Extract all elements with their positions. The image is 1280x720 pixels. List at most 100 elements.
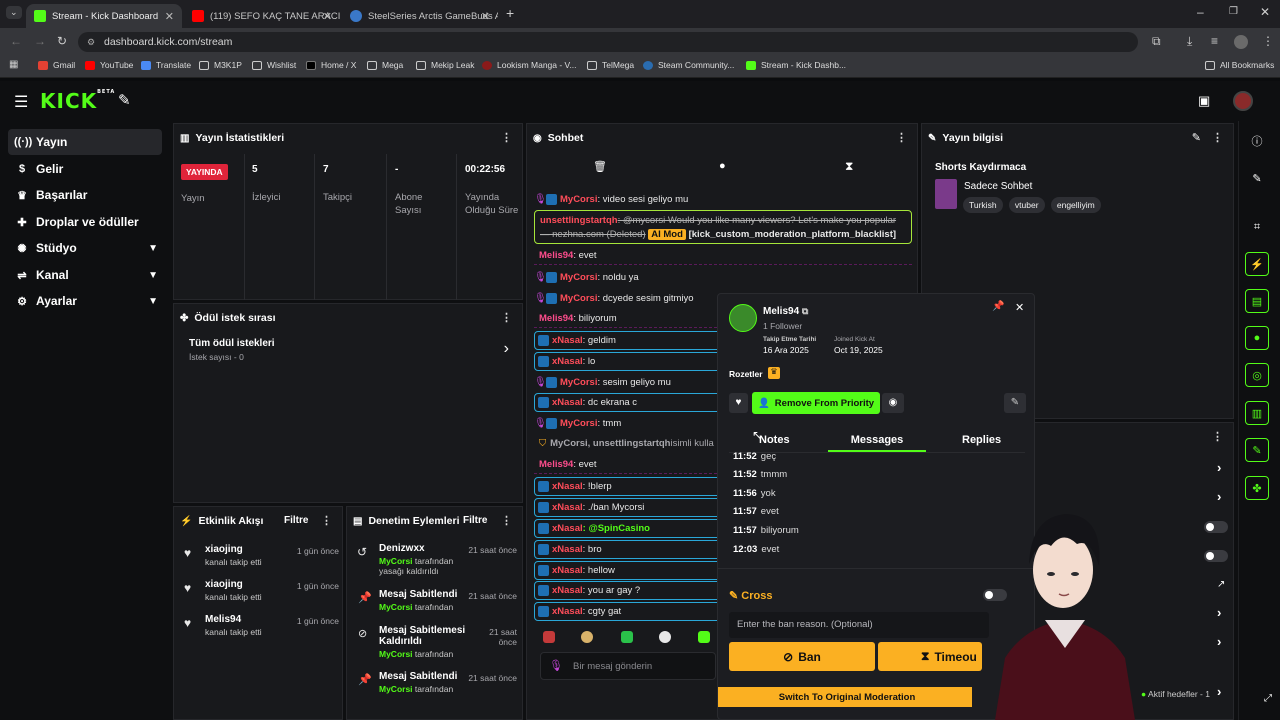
bookmark-x[interactable]: Home / X [306,60,356,70]
clipboard-icon[interactable]: ▤ [1245,289,1269,313]
sidebar-item-droplar[interactable]: ✚ Droplar ve ödüller [8,209,162,235]
bookmark-lookism[interactable]: Lookism Manga - V... [482,60,577,70]
bookmark-wishlist[interactable]: Wishlist [252,60,296,70]
tag[interactable]: engelliyim [1050,197,1101,213]
chat-username[interactable]: xNasal [552,335,583,346]
chat-message[interactable]: 🎙 MyCorsi: noldu ya [534,268,912,287]
ban-button[interactable]: ⊘ Ban [729,642,875,671]
setting-toggle[interactable] [1204,550,1228,562]
chevron-right-icon[interactable]: › [1217,684,1221,699]
mute-button[interactable]: ✎ [1004,393,1026,413]
timeout-button[interactable]: ⧗ Timeou [878,642,982,671]
sidebar-item-basarilar[interactable]: ♛ Başarılar [8,182,162,208]
modlog-by[interactable]: MyCorsi [379,556,413,566]
tab-notes[interactable]: Notes [759,434,790,446]
bookmark-m3k1p[interactable]: M3K1P [199,60,242,70]
active-goals[interactable]: ● Aktif hedefler - 1 [1141,689,1210,699]
kick-logo[interactable]: KICKBETA [40,89,115,113]
screenshot-icon[interactable]: ⌗ [1245,215,1269,239]
filter-button[interactable]: Filtre [284,515,308,526]
user-avatar[interactable] [1233,91,1253,111]
extensions-icon[interactable]: ⧉ [1152,34,1161,49]
bookmark-mekip[interactable]: Mekip Leak [416,60,474,70]
profile-avatar[interactable] [1234,35,1248,49]
more-options-icon[interactable]: ⋮ [501,514,512,527]
bookmark-telmega[interactable]: TelMega [587,60,634,70]
watch-button[interactable]: ◉ [882,393,904,413]
more-options-icon[interactable]: ⋮ [1212,131,1223,144]
modlog-by[interactable]: MyCorsi [379,684,413,694]
modlog-by[interactable]: MyCorsi [379,649,413,659]
chat-message-moderated[interactable]: unsettlingstartqh: @mycorsi Would you li… [534,210,912,244]
close-icon[interactable]: ✕ [165,10,174,23]
sidebar-item-kanal[interactable]: ⇌ Kanal ▼ [8,262,162,288]
all-rewards-row[interactable]: Tüm ödül istekleri İstek sayısı - 0 › [189,338,509,370]
emote-icon[interactable] [543,631,555,643]
chat-username[interactable]: xNasal [552,544,583,555]
chevron-right-icon[interactable]: › [1217,605,1221,620]
chat-username[interactable]: MyCorsi [560,377,597,388]
chat-username[interactable]: xNasal [552,397,583,408]
bookmark-kick[interactable]: Stream - Kick Dashb... [746,60,846,70]
chat-username[interactable]: xNasal [552,356,583,367]
chat-message[interactable]: Melis94: evet [534,246,912,265]
chat-username[interactable]: xNasal [552,585,583,596]
chat-username[interactable]: Melis94 [539,313,573,324]
copy-icon[interactable]: ⧉ [802,306,808,316]
chevron-right-icon[interactable]: › [1217,489,1221,504]
chat-username[interactable]: xNasal [552,565,583,576]
bookmark-steam[interactable]: Steam Community... [643,60,734,70]
chevron-right-icon[interactable]: › [1217,634,1221,649]
reload-icon[interactable]: ↻ [57,34,67,48]
close-icon[interactable]: ✕ [1015,301,1024,314]
site-info-icon[interactable]: ⚙ [87,32,95,52]
emote-icon[interactable] [659,631,671,643]
info-icon[interactable]: ⓘ [1245,129,1269,153]
chat-username[interactable]: xNasal [552,523,583,534]
chat-username[interactable]: MyCorsi [560,418,597,429]
emote-icon[interactable] [698,631,710,643]
streamer-mode-icon[interactable]: ▣ [1198,93,1210,109]
setting-toggle[interactable] [1204,521,1228,533]
tab-messages[interactable]: Messages [828,428,926,452]
heart-button[interactable]: ♥ [729,393,748,413]
edit-icon[interactable]: ✎ [1245,166,1269,190]
chat-username[interactable]: Melis94 [539,250,573,261]
sidebar-item-yayin[interactable]: ((·)) Yayın [8,129,162,155]
emote-icon[interactable] [621,631,633,643]
category-thumbnail[interactable] [935,179,957,209]
chevron-right-icon[interactable]: › [1217,460,1221,475]
pin-icon[interactable]: 📌 [992,301,1004,312]
close-window-icon[interactable]: ✕ [1260,5,1270,19]
chat-username[interactable]: unsettlingstartqh [540,215,618,226]
chat-icon[interactable]: ● [1245,326,1269,350]
external-link-icon[interactable]: ↗ [1217,579,1225,590]
menu-dots-icon[interactable]: ⋮ [1262,34,1274,48]
chat-username[interactable]: Melis94 [539,459,573,470]
tag[interactable]: vtuber [1008,197,1045,213]
tab-replies[interactable]: Replies [962,434,1001,446]
sidebar-item-gelir[interactable]: $ Gelir [8,156,162,182]
tab-youtube[interactable]: (119) SEFO KAÇ TANE ARACI VA ✕ [184,4,340,28]
tab-search-icon[interactable]: ⌄ [6,6,22,19]
remove-priority-button[interactable]: 👤 Remove From Priority [752,392,880,414]
apps-grid-icon[interactable]: ▦ [9,59,18,70]
close-icon[interactable]: ✕ [481,10,490,23]
bookmark-translate[interactable]: Translate [141,60,191,70]
filter-button[interactable]: Filtre [463,515,487,526]
category-name[interactable]: Sadece Sohbet [964,181,1032,192]
modlog-by[interactable]: MyCorsi [379,602,413,612]
pin-tool-icon[interactable]: ✎ [118,91,131,109]
chat-username[interactable]: MyCorsi [560,272,597,283]
chat-username[interactable]: xNasal [552,481,583,492]
minimize-icon[interactable]: – [1197,5,1204,19]
bolt-icon[interactable]: ⚡ [1245,252,1269,276]
hamburger-menu-icon[interactable]: ☰ [14,92,28,112]
url-input[interactable]: ⚙ dashboard.kick.com/stream [78,32,1138,52]
chat-username[interactable]: xNasal [552,502,583,513]
tab-kick-dashboard[interactable]: Stream - Kick Dashboard ✕ [26,4,182,28]
switch-moderation-button[interactable]: Switch To Original Moderation [718,687,972,707]
back-icon[interactable]: ← [10,34,22,48]
more-options-icon[interactable]: ⋮ [501,311,512,324]
chat-username[interactable]: xNasal [552,606,583,617]
